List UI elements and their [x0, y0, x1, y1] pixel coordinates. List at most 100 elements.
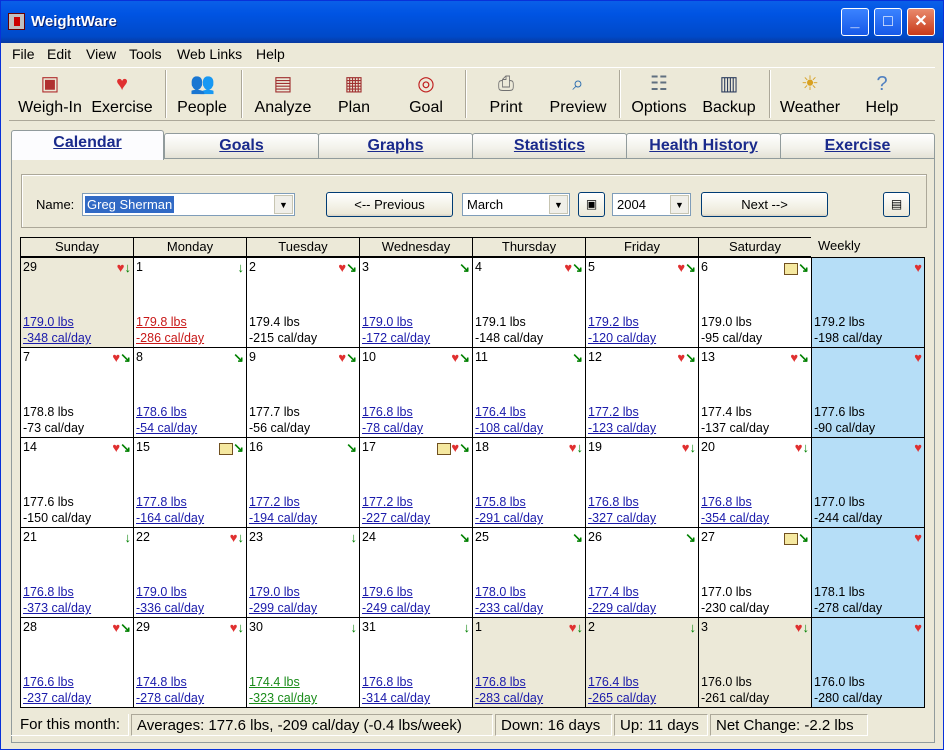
- trend-diagonal-arrow-icon[interactable]: ↘: [798, 260, 809, 275]
- calorie-value[interactable]: -249 cal/day: [362, 601, 430, 615]
- calendar-day-cell[interactable]: 26 ↘ 177.4 lbs -229 cal/day: [585, 527, 699, 618]
- calorie-value[interactable]: -278 cal/day: [136, 691, 204, 705]
- exercise-heart-icon[interactable]: ♥: [230, 620, 238, 635]
- exercise-heart-icon[interactable]: ♥: [117, 260, 125, 275]
- trend-down-arrow-icon[interactable]: ↓: [690, 440, 697, 455]
- calendar-day-cell[interactable]: 20 ♥↓ 176.8 lbs -354 cal/day: [698, 437, 812, 528]
- calendar-day-cell[interactable]: 22 ♥↓ 179.0 lbs -336 cal/day: [133, 527, 247, 618]
- trend-diagonal-arrow-icon[interactable]: ↘: [459, 440, 470, 455]
- weight-value[interactable]: 176.4 lbs: [475, 405, 526, 419]
- trend-down-arrow-icon[interactable]: ↓: [577, 620, 584, 635]
- exercise-heart-icon[interactable]: ♥: [338, 260, 346, 275]
- weight-value[interactable]: 179.0 lbs: [23, 315, 74, 329]
- tab-goals[interactable]: Goals: [164, 133, 319, 158]
- trend-diagonal-arrow-icon[interactable]: ↘: [685, 530, 696, 545]
- calendar-day-cell[interactable]: 3 ↘ 179.0 lbs -172 cal/day: [359, 257, 473, 348]
- analyze-button[interactable]: ▤ Analyze: [249, 68, 317, 120]
- trend-down-arrow-icon[interactable]: ↓: [351, 620, 358, 635]
- calendar-day-cell[interactable]: 25 ↘ 178.0 lbs -233 cal/day: [472, 527, 586, 618]
- calorie-value[interactable]: -373 cal/day: [23, 601, 91, 615]
- maximize-button[interactable]: □: [874, 8, 902, 36]
- trend-diagonal-arrow-icon[interactable]: ↘: [459, 260, 470, 275]
- exercise-heart-icon[interactable]: ♥: [338, 350, 346, 365]
- calendar-day-cell[interactable]: 16 ↘ 177.2 lbs -194 cal/day: [246, 437, 360, 528]
- journal-note-icon[interactable]: [437, 440, 452, 455]
- exercise-button[interactable]: ♥ Exercise: [89, 68, 155, 120]
- weekly-summary-cell[interactable]: ♥ 176.0 lbs -280 cal/day: [811, 617, 925, 708]
- tab-health-history[interactable]: Health History: [626, 133, 781, 158]
- exercise-heart-icon[interactable]: ♥: [914, 440, 922, 455]
- weekly-summary-cell[interactable]: ♥ 178.1 lbs -278 cal/day: [811, 527, 925, 618]
- trend-diagonal-arrow-icon[interactable]: ↘: [346, 350, 357, 365]
- calendar-day-cell[interactable]: 9 ♥↘ 177.7 lbs -56 cal/day: [246, 347, 360, 438]
- exercise-heart-icon[interactable]: ♥: [914, 260, 922, 275]
- calendar-day-cell[interactable]: 6 ↘ 179.0 lbs -95 cal/day: [698, 257, 812, 348]
- calorie-value[interactable]: -291 cal/day: [475, 511, 543, 525]
- weight-value[interactable]: 177.2 lbs: [588, 405, 639, 419]
- trend-diagonal-arrow-icon[interactable]: ↘: [233, 440, 244, 455]
- calorie-value[interactable]: -283 cal/day: [475, 691, 543, 705]
- exercise-heart-icon[interactable]: ♥: [677, 350, 685, 365]
- chevron-down-icon[interactable]: ▼: [274, 195, 293, 214]
- calendar-day-cell[interactable]: 7 ♥↘ 178.8 lbs -73 cal/day: [20, 347, 134, 438]
- calendar-day-cell[interactable]: 29 ♥↓ 174.8 lbs -278 cal/day: [133, 617, 247, 708]
- calorie-value[interactable]: -78 cal/day: [362, 421, 423, 435]
- weekly-summary-cell[interactable]: ♥ 177.6 lbs -90 cal/day: [811, 347, 925, 438]
- calendar-day-cell[interactable]: 2 ↓ 176.4 lbs -265 cal/day: [585, 617, 699, 708]
- calendar-day-cell[interactable]: 30 ↓ 174.4 lbs -323 cal/day: [246, 617, 360, 708]
- trend-diagonal-arrow-icon[interactable]: ↘: [572, 260, 583, 275]
- calorie-value[interactable]: -233 cal/day: [475, 601, 543, 615]
- exercise-heart-icon[interactable]: ♥: [112, 350, 120, 365]
- options-button[interactable]: ☷ Options: [627, 68, 691, 120]
- help-button[interactable]: ? Help: [857, 68, 907, 120]
- calendar-day-cell[interactable]: 24 ↘ 179.6 lbs -249 cal/day: [359, 527, 473, 618]
- calendar-day-cell[interactable]: 11 ↘ 176.4 lbs -108 cal/day: [472, 347, 586, 438]
- next-button[interactable]: Next -->: [701, 192, 828, 217]
- trend-down-arrow-icon[interactable]: ↓: [125, 530, 132, 545]
- calorie-value[interactable]: -120 cal/day: [588, 331, 656, 345]
- trend-down-arrow-icon[interactable]: ↓: [803, 620, 810, 635]
- calendar-day-cell[interactable]: 29 ♥↓ 179.0 lbs -348 cal/day: [20, 257, 134, 348]
- trend-diagonal-arrow-icon[interactable]: ↘: [346, 440, 357, 455]
- minimize-button[interactable]: _: [841, 8, 869, 36]
- trend-down-arrow-icon[interactable]: ↓: [464, 620, 471, 635]
- trend-diagonal-arrow-icon[interactable]: ↘: [572, 530, 583, 545]
- calorie-value[interactable]: -327 cal/day: [588, 511, 656, 525]
- tab-statistics[interactable]: Statistics: [472, 133, 627, 158]
- chevron-down-icon[interactable]: ▼: [670, 195, 689, 214]
- journal-note-icon[interactable]: [219, 440, 234, 455]
- calendar-day-cell[interactable]: 15 ↘ 177.8 lbs -164 cal/day: [133, 437, 247, 528]
- calorie-value[interactable]: -286 cal/day: [136, 331, 204, 345]
- weight-value[interactable]: 176.8 lbs: [588, 495, 639, 509]
- exercise-heart-icon[interactable]: ♥: [914, 620, 922, 635]
- weather-button[interactable]: ☀ Weather: [777, 68, 843, 120]
- trend-down-arrow-icon[interactable]: ↓: [803, 440, 810, 455]
- weight-value[interactable]: 179.6 lbs: [362, 585, 413, 599]
- journal-note-icon[interactable]: [784, 530, 799, 545]
- weight-value[interactable]: 176.4 lbs: [588, 675, 639, 689]
- weight-value[interactable]: 176.8 lbs: [362, 675, 413, 689]
- previous-button[interactable]: <-- Previous: [326, 192, 453, 217]
- trend-diagonal-arrow-icon[interactable]: ↘: [120, 350, 131, 365]
- calendar-day-cell[interactable]: 18 ♥↓ 175.8 lbs -291 cal/day: [472, 437, 586, 528]
- calendar-day-cell[interactable]: 28 ♥↘ 176.6 lbs -237 cal/day: [20, 617, 134, 708]
- calorie-value[interactable]: -108 cal/day: [475, 421, 543, 435]
- trend-diagonal-arrow-icon[interactable]: ↘: [120, 440, 131, 455]
- weight-value[interactable]: 179.0 lbs: [136, 585, 187, 599]
- weight-value[interactable]: 178.6 lbs: [136, 405, 187, 419]
- calendar-day-cell[interactable]: 2 ♥↘ 179.4 lbs -215 cal/day: [246, 257, 360, 348]
- chevron-down-icon[interactable]: ▼: [549, 195, 568, 214]
- calorie-value[interactable]: -237 cal/day: [23, 691, 91, 705]
- calorie-value[interactable]: -194 cal/day: [249, 511, 317, 525]
- trend-diagonal-arrow-icon[interactable]: ↘: [459, 350, 470, 365]
- backup-button[interactable]: ▥ Backup: [699, 68, 759, 120]
- trend-down-arrow-icon[interactable]: ↓: [125, 260, 132, 275]
- exercise-heart-icon[interactable]: ♥: [112, 620, 120, 635]
- calorie-value[interactable]: -123 cal/day: [588, 421, 656, 435]
- calorie-value[interactable]: -323 cal/day: [249, 691, 317, 705]
- exercise-heart-icon[interactable]: ♥: [914, 530, 922, 545]
- calendar-day-cell[interactable]: 19 ♥↓ 176.8 lbs -327 cal/day: [585, 437, 699, 528]
- tab-exercise[interactable]: Exercise: [780, 133, 935, 158]
- calorie-value[interactable]: -265 cal/day: [588, 691, 656, 705]
- calendar-day-cell[interactable]: 10 ♥↘ 176.8 lbs -78 cal/day: [359, 347, 473, 438]
